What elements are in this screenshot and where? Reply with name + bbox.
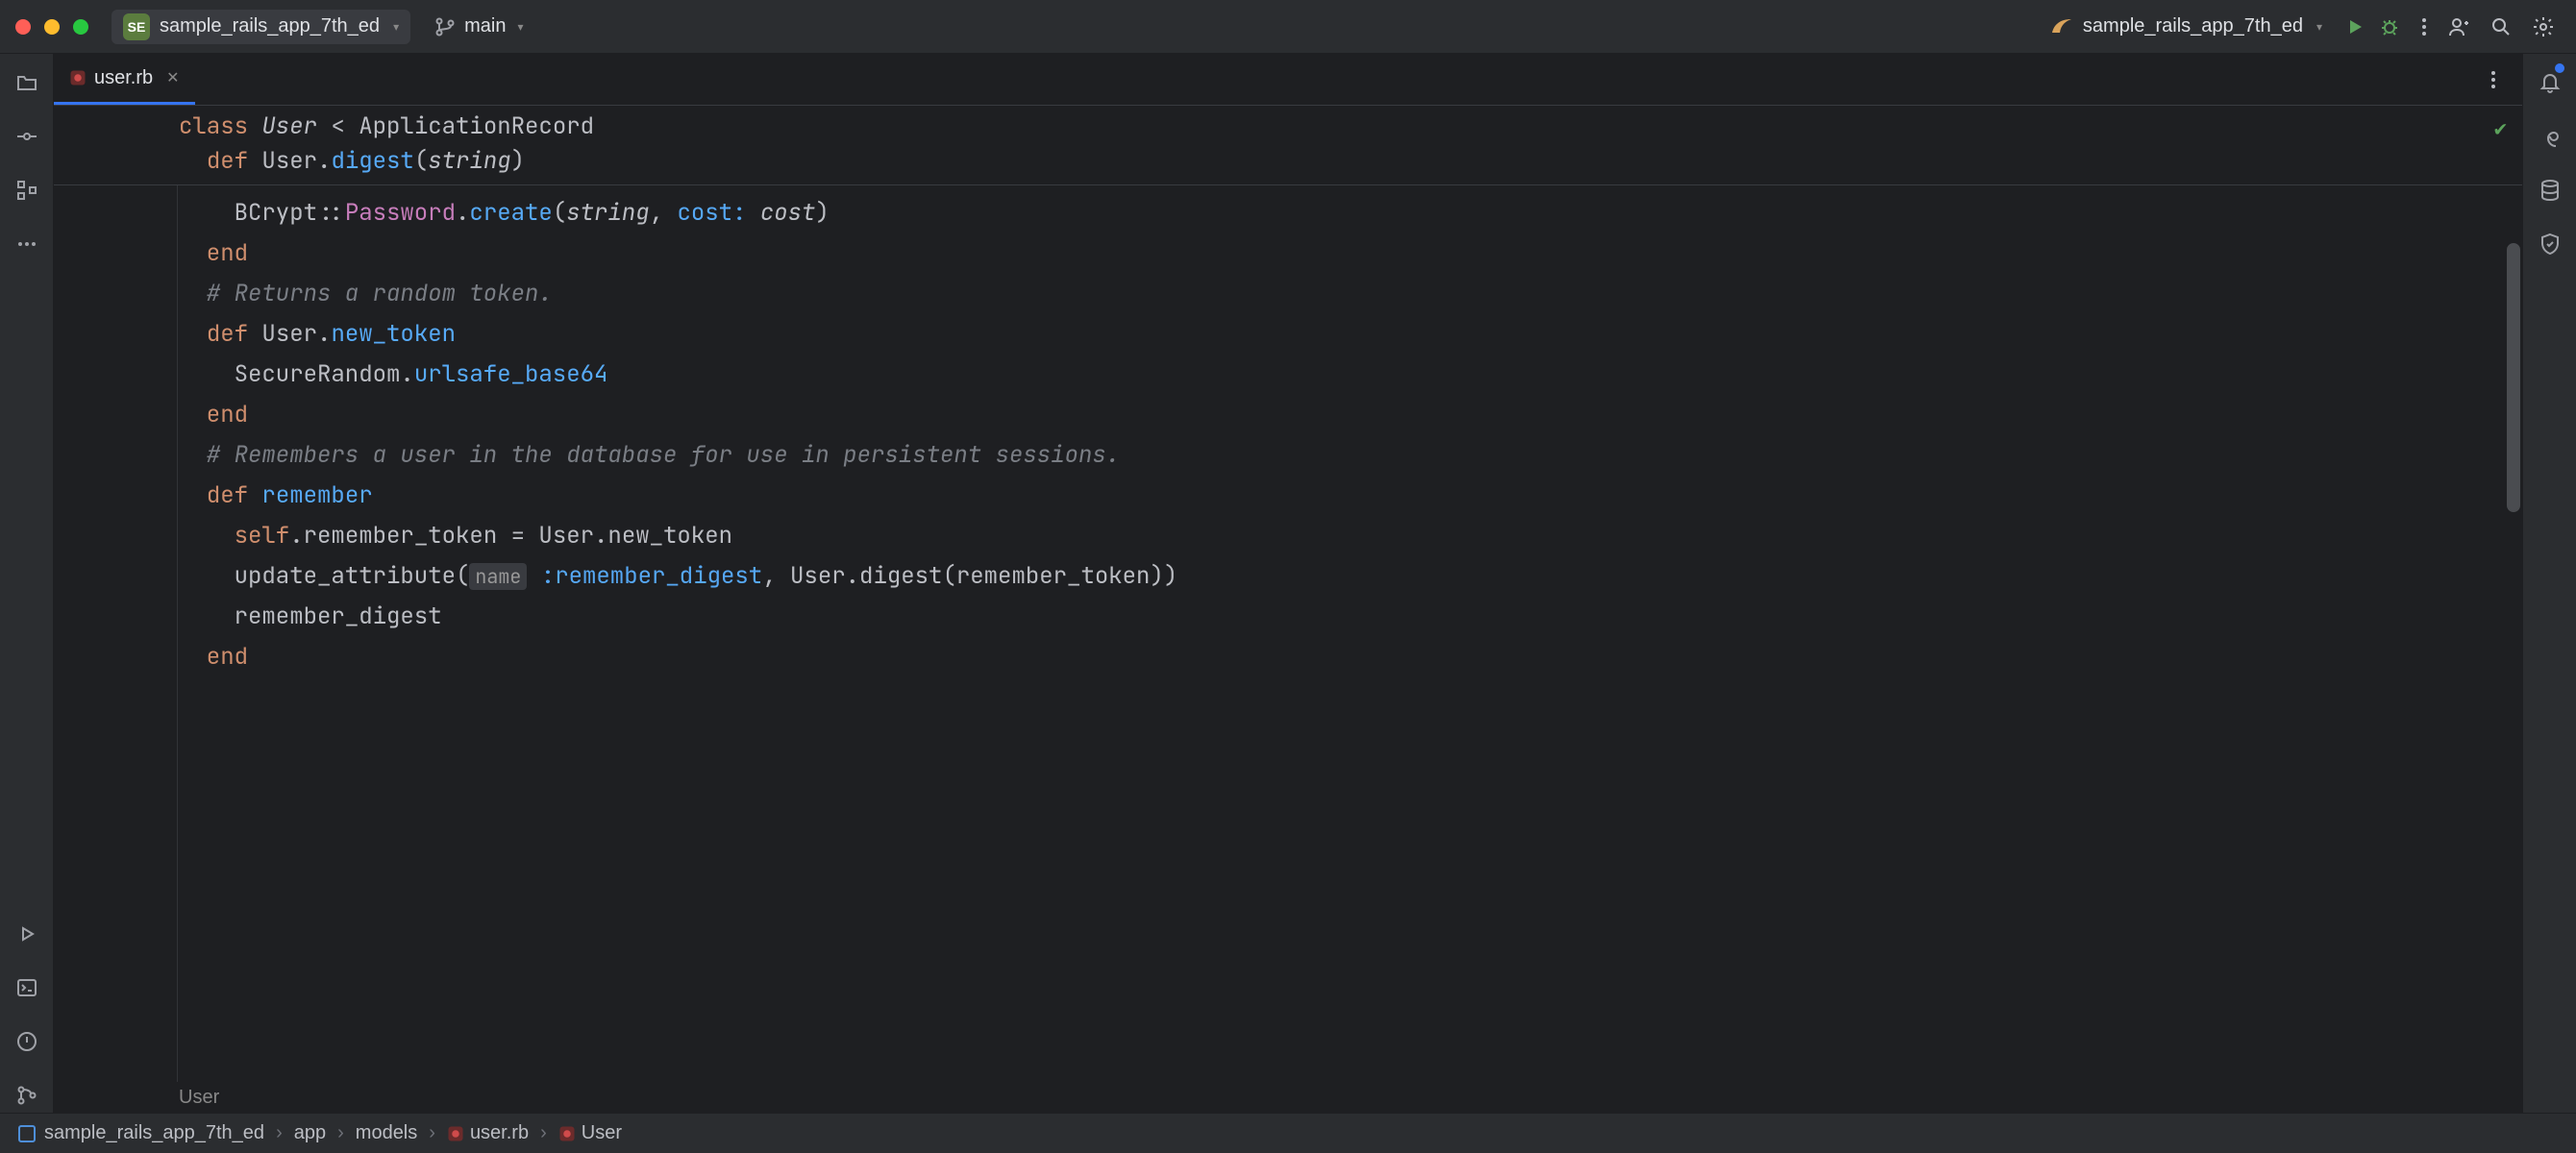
terminal-icon bbox=[15, 976, 38, 999]
project-badge: SE bbox=[123, 13, 150, 40]
bell-icon bbox=[2539, 71, 2562, 94]
project-tool-icon[interactable] bbox=[10, 65, 44, 100]
git-icon bbox=[15, 1084, 38, 1107]
ellipsis-icon bbox=[15, 233, 38, 256]
breadcrumb-bar: sample_rails_app_7th_ed › app › models ›… bbox=[0, 1113, 2576, 1153]
vcs-branch-selector[interactable]: main ▾ bbox=[433, 15, 523, 38]
vertical-scrollbar[interactable] bbox=[2507, 243, 2520, 512]
chevron-down-icon: ▾ bbox=[517, 20, 523, 34]
code-editor[interactable]: BCrypt::Password.create(string, cost: co… bbox=[54, 185, 2522, 1082]
editor-area: user.rb ✕ class User < ApplicationRecord… bbox=[54, 54, 2522, 1113]
class-name: User bbox=[261, 111, 317, 141]
indent-guide bbox=[177, 185, 178, 1082]
ruby-file-icon bbox=[69, 69, 87, 86]
tab-filename: user.rb bbox=[94, 67, 153, 89]
ai-assistant-button[interactable] bbox=[2533, 119, 2567, 154]
right-tool-rail bbox=[2522, 54, 2576, 1113]
inlay-hint[interactable]: name bbox=[469, 563, 527, 590]
traffic-lights bbox=[15, 19, 88, 35]
crumb-project[interactable]: sample_rails_app_7th_ed bbox=[15, 1122, 264, 1145]
security-tool-button[interactable] bbox=[2533, 227, 2567, 261]
ruby-class-icon bbox=[558, 1125, 576, 1142]
code-with-me-button[interactable] bbox=[2441, 10, 2476, 44]
settings-button[interactable] bbox=[2526, 10, 2561, 44]
left-tool-rail bbox=[0, 54, 54, 1113]
ruby-file-icon bbox=[447, 1125, 464, 1142]
terminal-tool-icon[interactable] bbox=[10, 970, 44, 1005]
keyword: class bbox=[179, 111, 248, 141]
inspection-ok-icon[interactable]: ✔ bbox=[2494, 111, 2507, 146]
module-icon bbox=[15, 1122, 38, 1145]
minimize-window[interactable] bbox=[44, 19, 60, 35]
maximize-window[interactable] bbox=[73, 19, 88, 35]
rails-icon bbox=[2050, 15, 2073, 38]
search-everywhere-button[interactable] bbox=[2484, 10, 2518, 44]
person-plus-icon bbox=[2447, 15, 2470, 38]
chevron-right-icon: › bbox=[429, 1122, 435, 1144]
editor-status-strip: User bbox=[54, 1082, 2522, 1113]
chevron-down-icon: ▾ bbox=[393, 20, 399, 34]
crumb-app[interactable]: app bbox=[294, 1122, 326, 1144]
context-class: User bbox=[179, 1087, 219, 1109]
project-selector[interactable]: SE sample_rails_app_7th_ed ▾ bbox=[111, 10, 410, 44]
project-name: sample_rails_app_7th_ed bbox=[160, 15, 380, 37]
chevron-right-icon: › bbox=[337, 1122, 344, 1144]
more-run-actions[interactable] bbox=[2407, 10, 2441, 44]
run-button[interactable] bbox=[2338, 10, 2372, 44]
chevron-right-icon: › bbox=[540, 1122, 547, 1144]
branch-icon bbox=[433, 15, 457, 38]
debug-button[interactable] bbox=[2372, 10, 2407, 44]
play-icon bbox=[2343, 15, 2366, 38]
close-window[interactable] bbox=[15, 19, 31, 35]
tab-bar: user.rb ✕ bbox=[54, 54, 2522, 106]
kebab-icon bbox=[2482, 68, 2505, 91]
branch-name: main bbox=[464, 15, 506, 37]
spiral-icon bbox=[2539, 125, 2562, 148]
folder-icon bbox=[15, 71, 38, 94]
gear-icon bbox=[2532, 15, 2555, 38]
bug-icon bbox=[2378, 15, 2401, 38]
structure-tool-icon[interactable] bbox=[10, 173, 44, 208]
chevron-down-icon: ▾ bbox=[2316, 20, 2322, 34]
warning-icon bbox=[15, 1030, 38, 1053]
database-tool-button[interactable] bbox=[2533, 173, 2567, 208]
problems-tool-icon[interactable] bbox=[10, 1024, 44, 1059]
crumb-file[interactable]: user.rb bbox=[447, 1122, 529, 1144]
play-outline-icon bbox=[15, 922, 38, 945]
more-tools-icon[interactable] bbox=[10, 227, 44, 261]
close-tab-button[interactable]: ✕ bbox=[166, 68, 179, 87]
kebab-icon bbox=[2413, 15, 2436, 38]
notification-dot bbox=[2555, 63, 2564, 73]
chevron-right-icon: › bbox=[276, 1122, 283, 1144]
run-config-selector[interactable]: sample_rails_app_7th_ed ▾ bbox=[2050, 15, 2322, 38]
crumb-class[interactable]: User bbox=[558, 1122, 622, 1144]
tab-user-rb[interactable]: user.rb ✕ bbox=[54, 54, 195, 105]
commit-icon bbox=[15, 125, 38, 148]
titlebar: SE sample_rails_app_7th_ed ▾ main ▾ samp… bbox=[0, 0, 2576, 54]
structure-icon bbox=[15, 179, 38, 202]
run-tool-icon[interactable] bbox=[10, 917, 44, 951]
commit-tool-icon[interactable] bbox=[10, 119, 44, 154]
shield-icon bbox=[2539, 233, 2562, 256]
run-config-name: sample_rails_app_7th_ed bbox=[2083, 15, 2303, 37]
vcs-tool-icon[interactable] bbox=[10, 1078, 44, 1113]
tab-actions-button[interactable] bbox=[2476, 62, 2511, 97]
search-icon bbox=[2489, 15, 2513, 38]
crumb-models[interactable]: models bbox=[356, 1122, 417, 1144]
sticky-scroll-header[interactable]: class User < ApplicationRecord def User.… bbox=[54, 106, 2522, 185]
database-icon bbox=[2539, 179, 2562, 202]
